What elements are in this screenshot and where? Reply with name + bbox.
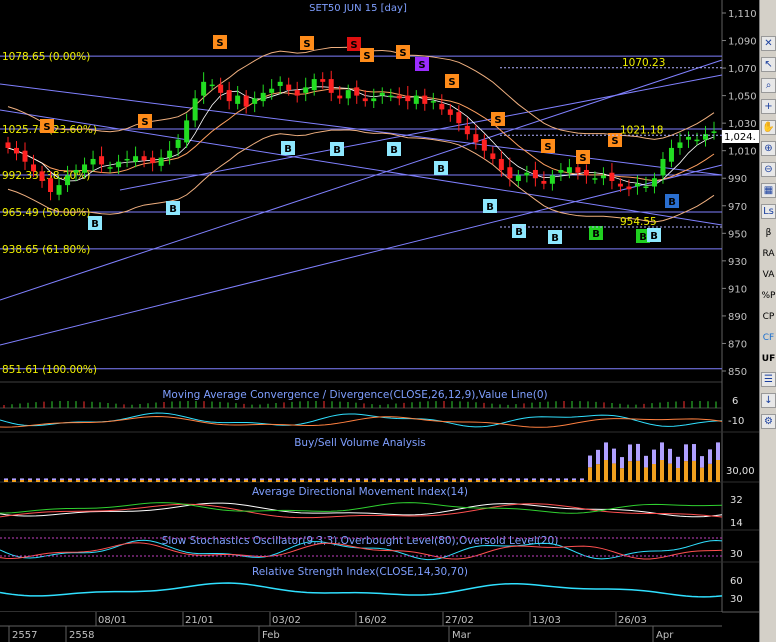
macd-axis-neg10: -10 xyxy=(728,416,744,427)
toolbar-arrow-icon[interactable]: ↖ xyxy=(761,57,776,72)
price-axis-label: 890 xyxy=(728,312,747,323)
price-axis-label: 1,090 xyxy=(728,37,757,48)
price-axis-label: 950 xyxy=(728,229,747,240)
toolbar-crosshair-icon[interactable]: + xyxy=(761,99,776,114)
price-annotation: 1070.23 xyxy=(622,57,665,69)
svg-text:B: B xyxy=(169,204,177,215)
price-annotation: 1021.18 xyxy=(620,124,663,136)
toolbar-pan-icon[interactable]: ✋ xyxy=(761,120,776,135)
toolbar-list-icon[interactable]: ☰ xyxy=(761,372,776,387)
svg-text:B: B xyxy=(284,144,292,155)
toolbar-close-icon[interactable]: ✕ xyxy=(761,36,776,51)
price-axis-label: 910 xyxy=(728,284,747,295)
rsi-title: Relative Strength Index(CLOSE,14,30,70) xyxy=(252,566,468,578)
toolbar-grid-icon[interactable]: ▦ xyxy=(761,183,776,198)
volume-title: Buy/Sell Volume Analysis xyxy=(294,437,426,449)
price-axis-label: 990 xyxy=(728,174,747,185)
svg-text:S: S xyxy=(303,39,310,50)
date-axis-label: 21/01 xyxy=(185,615,214,626)
right-toolbar: ✕ ↖ ⌕ + ✋ ⊕ ⊖ ▦ Ls β RA VA %P CP CF UF ☰ ↓ ⚙ xyxy=(759,0,776,642)
chart-title: SET50 JUN 15 [day] xyxy=(309,3,407,14)
stock-chart[interactable]: SET50 JUN 15 [day] 1078.65 (0.00%)1025.7… xyxy=(0,0,759,642)
date-axis-label: 03/02 xyxy=(272,615,301,626)
stoch-title: Slow Stochastics Oscillator(9,3,3),Overb… xyxy=(162,535,559,547)
date-axis-period-label: Feb xyxy=(262,630,280,641)
svg-text:S: S xyxy=(43,122,50,133)
svg-text:B: B xyxy=(515,227,523,238)
date-axis-label: 26/03 xyxy=(618,615,647,626)
price-axis-label: 1,050 xyxy=(728,92,757,103)
svg-text:B: B xyxy=(437,164,445,175)
stoch-axis-30: 30 xyxy=(730,549,743,560)
svg-text:S: S xyxy=(216,38,223,49)
price-axis-label: 1,070 xyxy=(728,64,757,75)
toolbar-pctp[interactable]: %P xyxy=(761,288,776,303)
price-axis-label: 1,030 xyxy=(728,119,757,130)
toolbar-zoom-out-icon[interactable]: ⊖ xyxy=(761,162,776,177)
date-axis-period-label: 2558 xyxy=(69,630,94,641)
toolbar-down-icon[interactable]: ↓ xyxy=(761,393,776,408)
date-axis-label: 27/02 xyxy=(445,615,474,626)
adx-axis-32: 32 xyxy=(730,495,743,506)
toolbar-va[interactable]: VA xyxy=(761,267,776,282)
svg-text:S: S xyxy=(544,142,551,153)
date-axis-period-label: 2557 xyxy=(12,630,37,641)
svg-text:B: B xyxy=(592,229,600,240)
fib-level-label: 965.49 (50.00%) xyxy=(2,207,90,219)
rsi-axis-60: 60 xyxy=(730,576,743,587)
toolbar-cf[interactable]: CF xyxy=(761,330,776,345)
toolbar-cp[interactable]: CP xyxy=(761,309,776,324)
fib-level-label: 1078.65 (0.00%) xyxy=(2,51,90,63)
svg-text:B: B xyxy=(486,202,494,213)
toolbar-settings-icon[interactable]: ⚙ xyxy=(761,414,776,429)
toolbar-uf[interactable]: UF xyxy=(761,351,776,366)
last-price-tag: 1,024. xyxy=(722,130,759,143)
svg-text:B: B xyxy=(551,233,559,244)
svg-text:S: S xyxy=(418,60,425,71)
price-axis-label: 850 xyxy=(728,367,747,378)
svg-text:B: B xyxy=(650,231,658,242)
last-price-label: 1,024. xyxy=(724,132,756,143)
svg-text:S: S xyxy=(448,77,455,88)
svg-text:B: B xyxy=(91,219,99,230)
svg-text:S: S xyxy=(494,115,501,126)
adx-title: Average Directional Movement Index(14) xyxy=(252,486,468,498)
svg-text:B: B xyxy=(639,232,647,243)
svg-text:B: B xyxy=(668,197,676,208)
rsi-axis-30: 30 xyxy=(730,594,743,605)
macd-axis-6: 6 xyxy=(732,396,738,407)
volume-axis: 30,00 xyxy=(726,466,755,477)
date-axis-label: 13/03 xyxy=(532,615,561,626)
price-axis-label: 930 xyxy=(728,257,747,268)
adx-axis-14: 14 xyxy=(730,518,743,529)
price-axis-label: 870 xyxy=(728,339,747,350)
date-axis-period-label: Apr xyxy=(656,630,674,641)
svg-text:B: B xyxy=(333,145,341,156)
svg-text:S: S xyxy=(579,153,586,164)
price-axis-label: 970 xyxy=(728,202,747,213)
svg-text:S: S xyxy=(611,136,618,147)
macd-title: Moving Average Convergence / Divergence(… xyxy=(162,389,547,401)
date-axis-label: 16/02 xyxy=(358,615,387,626)
svg-text:S: S xyxy=(399,48,406,59)
svg-text:S: S xyxy=(363,51,370,62)
fib-level-label: 851.61 (100.00%) xyxy=(2,364,97,376)
svg-text:S: S xyxy=(350,40,357,51)
toolbar-zoom-icon[interactable]: ⌕ xyxy=(761,78,776,93)
toolbar-ls-icon[interactable]: Ls xyxy=(761,204,776,219)
price-axis-label: 1,110 xyxy=(728,9,757,20)
toolbar-ra[interactable]: RA xyxy=(761,246,776,261)
date-axis-label: 08/01 xyxy=(98,615,127,626)
price-annotation: 954.55 xyxy=(620,216,657,228)
toolbar-zoom-in-icon[interactable]: ⊕ xyxy=(761,141,776,156)
svg-text:S: S xyxy=(141,117,148,128)
toolbar-beta[interactable]: β xyxy=(761,225,776,240)
date-axis: 08/01 21/01 03/02 16/02 27/02 13/03 26/03 2557 2… xyxy=(0,612,722,642)
fib-level-label: 938.65 (61.80%) xyxy=(2,244,90,256)
svg-text:B: B xyxy=(390,145,398,156)
price-axis-label: 1,010 xyxy=(728,147,757,158)
date-axis-period-label: Mar xyxy=(452,630,472,641)
